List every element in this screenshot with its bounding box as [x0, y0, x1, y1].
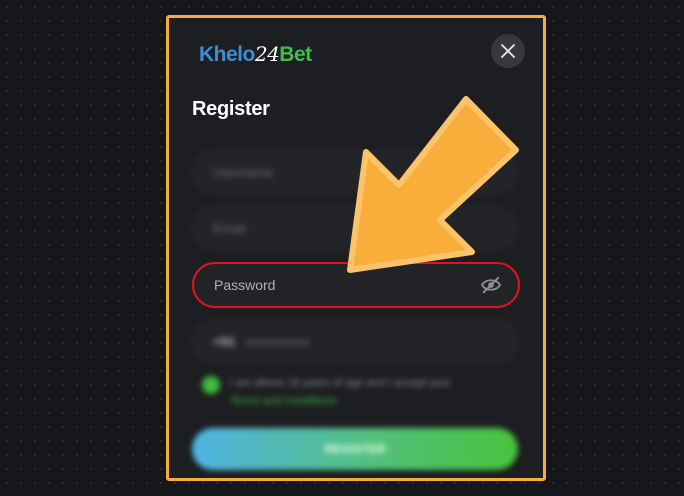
terms-link[interactable]: Terms and Conditions — [230, 392, 512, 410]
password-placeholder: Password — [214, 277, 276, 293]
username-placeholder: Username — [213, 164, 273, 180]
khelo24bet-logo: Khelo24Bet — [199, 42, 312, 67]
register-button-label: REGISTER — [324, 442, 386, 456]
phone-country-code: +91 — [213, 333, 236, 349]
close-button[interactable] — [491, 34, 525, 68]
register-button[interactable]: REGISTER — [192, 428, 518, 470]
terms-text: I am above 18 years of age and I accept … — [230, 377, 451, 389]
phone-field[interactable]: +91 xxxxxxxxxx — [192, 319, 518, 363]
checkbox-checked-icon[interactable] — [202, 376, 220, 394]
password-field[interactable]: Password — [192, 262, 520, 308]
logo-text-khelo: Khelo — [199, 43, 255, 66]
register-modal: Khelo24Bet Register Username Email Passw… — [166, 15, 546, 481]
eye-slash-icon[interactable] — [480, 276, 502, 294]
logo-text-bet: Bet — [279, 43, 312, 66]
email-field[interactable]: Email — [192, 206, 518, 250]
email-placeholder: Email — [213, 220, 246, 236]
logo-text-24: 24 — [254, 42, 280, 66]
terms-row: I am above 18 years of age and I accept … — [202, 374, 512, 410]
modal-title: Register — [192, 98, 270, 120]
phone-placeholder: xxxxxxxxxx — [245, 333, 311, 349]
username-field[interactable]: Username — [192, 150, 518, 194]
close-icon — [501, 44, 515, 58]
